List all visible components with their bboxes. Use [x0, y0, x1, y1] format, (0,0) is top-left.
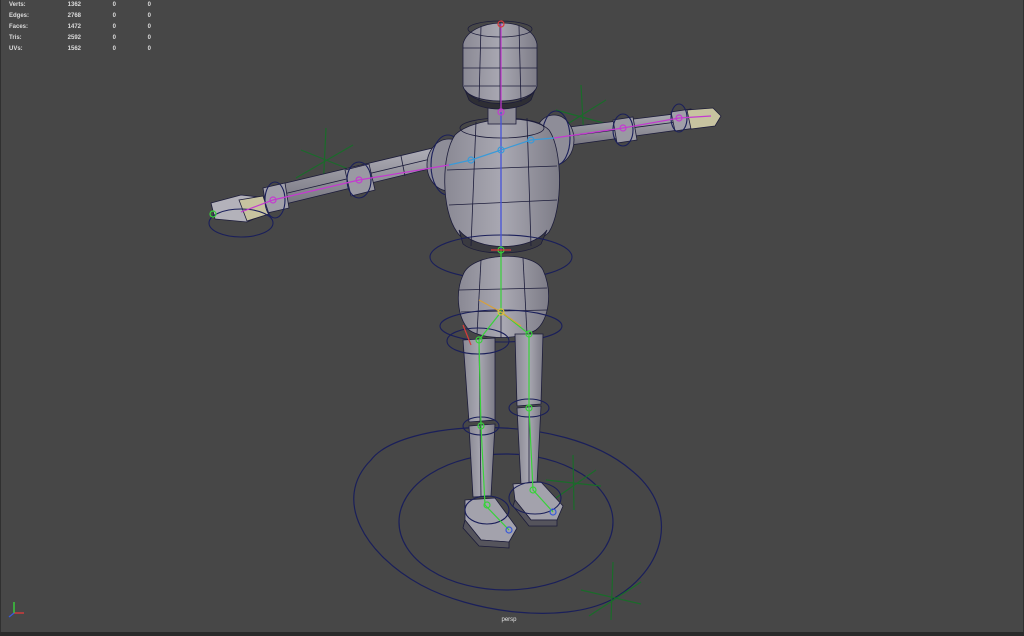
hud-total: 1472 — [67, 24, 81, 30]
viewport-bottom-border — [0, 632, 1024, 636]
hud-total: 2768 — [67, 13, 81, 19]
hud-total: 2592 — [67, 35, 81, 41]
hud-component: 0 — [147, 35, 151, 41]
hud-row-edges: Edges: 2768 0 0 — [9, 11, 151, 22]
hud-row-verts: Verts: 1362 0 0 — [9, 0, 151, 11]
legs-mesh[interactable] — [462, 333, 544, 498]
hud-selected: 0 — [112, 24, 116, 30]
camera-name-label: persp — [501, 617, 517, 623]
hud-row-tris: Tris: 2592 0 0 — [9, 33, 151, 44]
skeleton[interactable] — [209, 20, 712, 534]
poly-count-hud: Verts: 1362 0 0 Edges: 2768 0 0 Faces: 1… — [9, 0, 151, 55]
hud-selected: 0 — [112, 35, 116, 41]
hud-selected: 0 — [112, 13, 116, 19]
hips-mesh[interactable] — [457, 255, 549, 338]
hud-total: 1362 — [67, 2, 81, 8]
head-mesh[interactable] — [462, 20, 538, 110]
hud-selected: 0 — [112, 46, 116, 52]
hud-label: Tris: — [9, 35, 22, 41]
hud-label: Edges: — [9, 13, 30, 19]
hud-label: Faces: — [9, 24, 29, 30]
hud-component: 0 — [147, 13, 151, 19]
hud-row-faces: Faces: 1472 0 0 — [9, 22, 151, 33]
hud-selected: 0 — [112, 2, 116, 8]
hud-total: 1562 — [67, 46, 81, 52]
hud-label: UVs: — [9, 46, 23, 52]
hud-component: 0 — [147, 24, 151, 30]
hud-component: 0 — [147, 46, 151, 52]
chest-mesh[interactable] — [444, 116, 560, 254]
hud-row-uvs: UVs: 1562 0 0 — [9, 44, 151, 55]
view-axis-icon — [8, 602, 24, 618]
scene-canvas[interactable] — [1, 0, 1024, 632]
hud-label: Verts: — [9, 2, 26, 8]
hud-component: 0 — [147, 2, 151, 8]
locator-ground — [580, 561, 642, 621]
persp-viewport[interactable]: Verts: 1362 0 0 Edges: 2768 0 0 Faces: 1… — [0, 0, 1024, 632]
